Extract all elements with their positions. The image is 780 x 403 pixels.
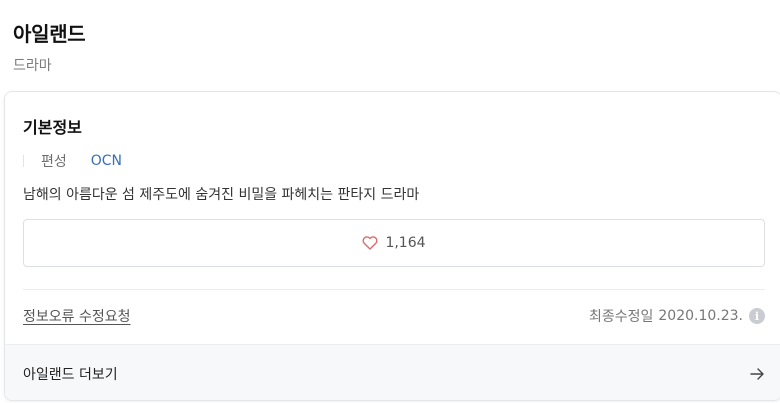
- section-title: 기본정보: [23, 118, 82, 137]
- updated-label: 최종수정일: [588, 309, 654, 325]
- like-button[interactable]: 1,164: [23, 219, 765, 267]
- more-label: 아일랜드 더보기: [23, 366, 118, 383]
- more-link[interactable]: 아일랜드 더보기: [5, 344, 780, 400]
- page-title: 아일랜드: [13, 22, 86, 46]
- description: 남해의 아름다운 섬 제주도에 숨겨진 비밀을 파헤치는 판타지 드라마: [23, 187, 420, 203]
- heart-icon: [362, 235, 378, 251]
- arrow-right-icon: [749, 366, 765, 382]
- report-error-link[interactable]: 정보오류 수정요청: [23, 306, 131, 326]
- page: 아일랜드 드라마 기본정보 편성 OCN 남해의 아름다운 섬 제주도에 숨겨진…: [0, 0, 780, 403]
- divider: [23, 289, 765, 290]
- broadcaster-key: 편성: [41, 154, 67, 170]
- info-icon[interactable]: i: [749, 308, 765, 324]
- broadcaster-link[interactable]: OCN: [91, 153, 122, 169]
- like-count: 1,164: [385, 235, 426, 251]
- info-card: 기본정보 편성 OCN 남해의 아름다운 섬 제주도에 숨겨진 비밀을 파헤치는…: [4, 91, 780, 401]
- last-updated: 최종수정일 2020.10.23. i: [589, 306, 765, 326]
- broadcaster-row: 편성 OCN: [23, 151, 122, 171]
- row-marker: [23, 155, 24, 167]
- genre-label: 드라마: [13, 58, 52, 74]
- updated-date: 2020.10.23.: [658, 308, 743, 324]
